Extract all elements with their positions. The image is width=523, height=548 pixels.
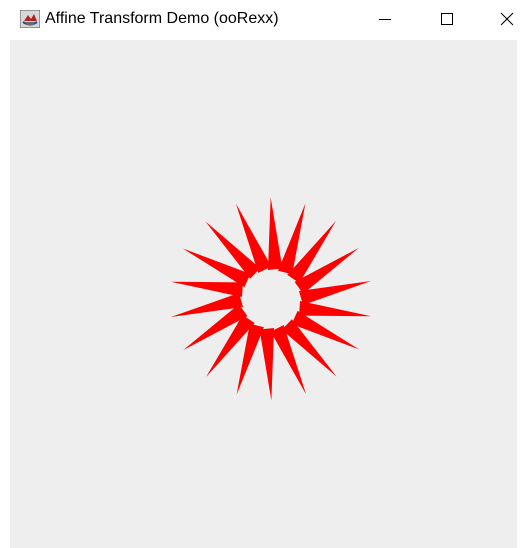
application-window: Affine Transform Demo (ooRexx) bbox=[0, 0, 523, 548]
window-title: Affine Transform Demo (ooRexx) bbox=[45, 10, 279, 27]
maximize-button[interactable] bbox=[424, 0, 470, 38]
maximize-icon bbox=[440, 12, 454, 26]
minimize-button[interactable] bbox=[362, 0, 408, 38]
canvas-background bbox=[10, 40, 517, 548]
drawing-canvas-panel bbox=[10, 40, 517, 548]
minimize-icon bbox=[378, 12, 392, 26]
affine-transform-drawing bbox=[10, 40, 517, 548]
java-coffee-cup-icon[interactable] bbox=[19, 9, 41, 29]
close-button[interactable] bbox=[484, 0, 523, 38]
close-icon bbox=[500, 12, 514, 26]
title-bar[interactable]: Affine Transform Demo (ooRexx) bbox=[0, 0, 523, 38]
